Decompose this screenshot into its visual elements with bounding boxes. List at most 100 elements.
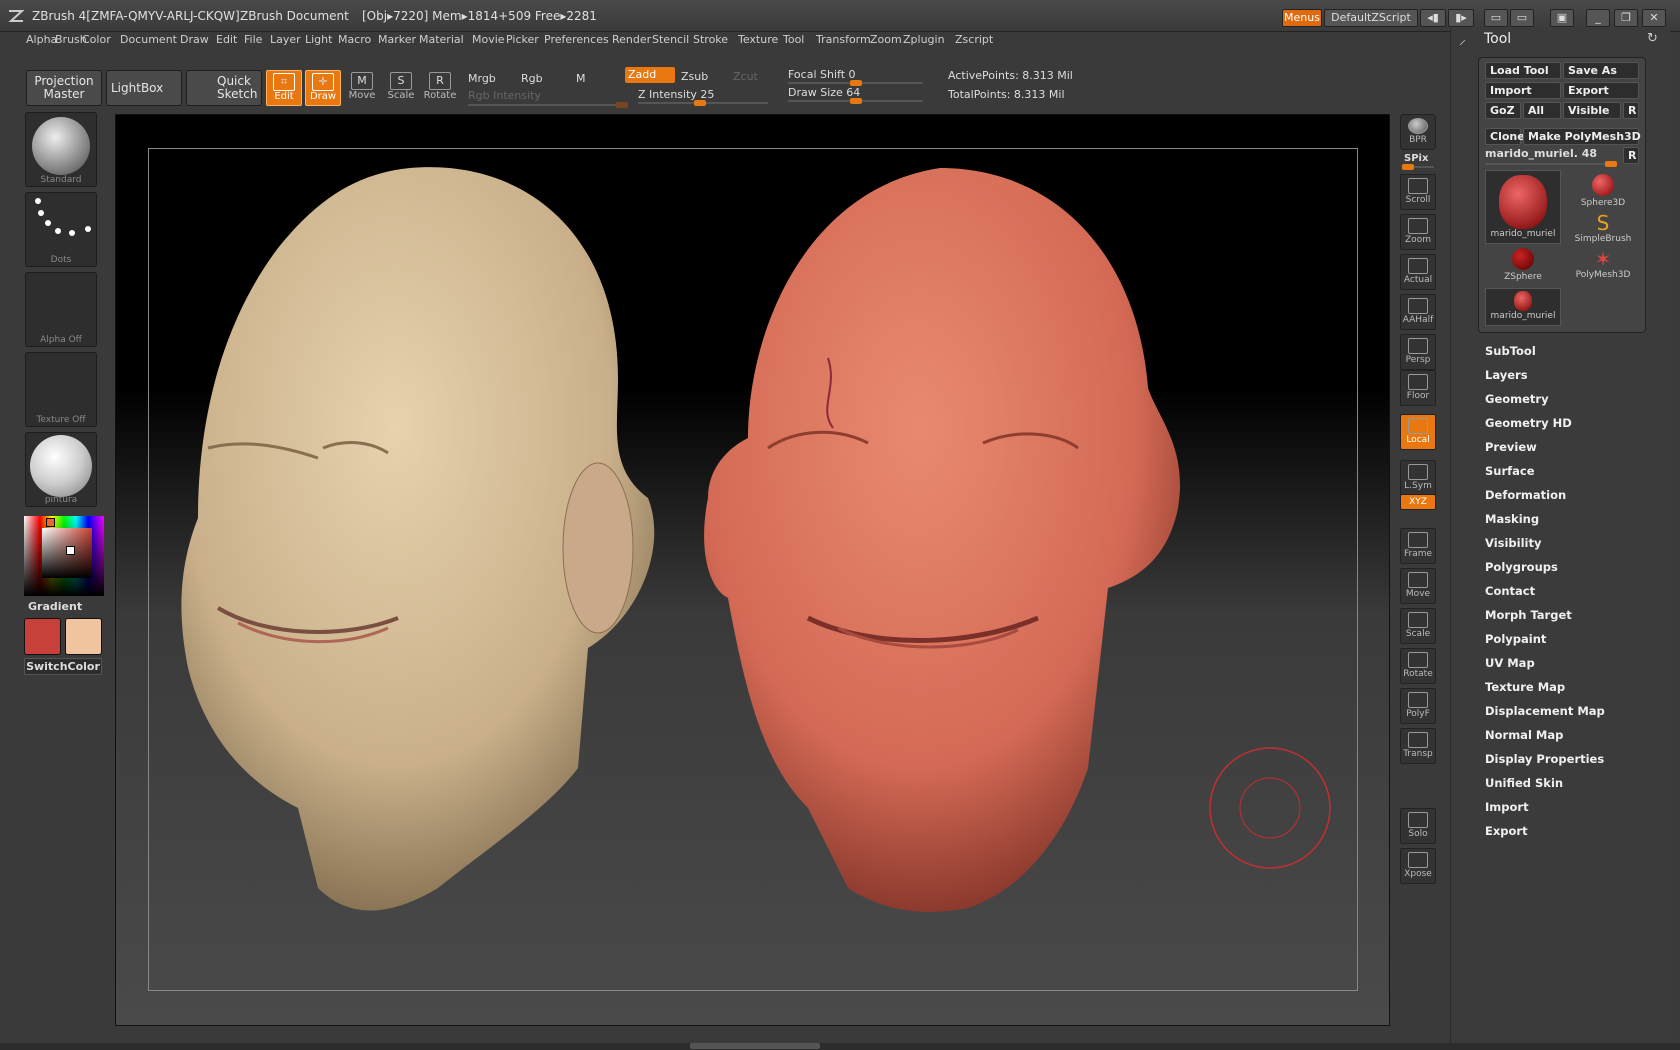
old-man-head-left[interactable]: [181, 167, 655, 911]
quick-sketch-button[interactable]: Quick Sketch: [186, 70, 262, 106]
menu-transform[interactable]: Transform: [816, 33, 871, 46]
zoom-button[interactable]: Zoom: [1400, 214, 1436, 250]
refresh-icon[interactable]: ↻: [1647, 31, 1658, 46]
current-tool-track[interactable]: [1485, 161, 1617, 167]
subpalette-normal-map[interactable]: Normal Map: [1485, 728, 1563, 742]
save-as-button[interactable]: Save As: [1563, 62, 1639, 79]
subpalette-visibility[interactable]: Visibility: [1485, 536, 1541, 550]
minimize-icon[interactable]: _: [1586, 9, 1610, 27]
menu-light[interactable]: Light: [305, 33, 332, 46]
alpha-selector[interactable]: Alpha Off: [25, 272, 97, 347]
projection-master-button[interactable]: Projection Master: [26, 70, 102, 106]
subpalette-texture-map[interactable]: Texture Map: [1485, 680, 1565, 694]
persp-button[interactable]: Persp: [1400, 334, 1436, 370]
subpalette-subtool[interactable]: SubTool: [1485, 344, 1536, 358]
import-button[interactable]: Import: [1485, 82, 1561, 99]
tool-thumb-zsphere[interactable]: ZSphere: [1485, 248, 1561, 282]
menu-stencil[interactable]: Stencil: [652, 33, 689, 46]
menu-marker[interactable]: Marker: [378, 33, 416, 46]
menu-texture[interactable]: Texture: [738, 33, 778, 46]
subpalette-layers[interactable]: Layers: [1485, 368, 1528, 382]
focal-shift-slider[interactable]: Focal Shift 0: [788, 68, 856, 81]
r-button[interactable]: R: [1623, 102, 1639, 119]
rotate-button[interactable]: R Rotate: [422, 70, 458, 106]
rgb-intensity-slider[interactable]: Rgb Intensity: [468, 89, 541, 102]
subpalette-displacement-map[interactable]: Displacement Map: [1485, 704, 1605, 718]
rgb-button[interactable]: Rgb: [521, 72, 543, 85]
all-button[interactable]: All: [1523, 102, 1561, 119]
menu-zoom[interactable]: Zoom: [870, 33, 902, 46]
zcut-button[interactable]: Zcut: [733, 70, 758, 83]
z-intensity-track[interactable]: [638, 100, 768, 106]
tool-thumb-simplebrush[interactable]: S SimpleBrush: [1565, 212, 1641, 244]
lightbox-button[interactable]: LightBox: [106, 70, 182, 106]
rotate-button[interactable]: Rotate: [1400, 648, 1436, 684]
mrgb-button[interactable]: Mrgb: [468, 72, 496, 85]
menu-preferences[interactable]: Preferences: [544, 33, 609, 46]
subpalette-surface[interactable]: Surface: [1485, 464, 1535, 478]
old-man-head-right[interactable]: [704, 168, 1181, 912]
menu-file[interactable]: File: [244, 33, 262, 46]
bottom-tray-handle[interactable]: [690, 1043, 820, 1049]
transp-button[interactable]: Transp: [1400, 728, 1436, 764]
rgb-intensity-track[interactable]: [468, 102, 628, 108]
export-button[interactable]: Export: [1563, 82, 1639, 99]
hue-cursor-icon[interactable]: [46, 518, 55, 527]
draw-button[interactable]: ✛ Draw: [305, 70, 341, 106]
menu-tool[interactable]: Tool: [783, 33, 804, 46]
subpalette-display-properties[interactable]: Display Properties: [1485, 752, 1604, 766]
tool-thumb-marido-muriel-2[interactable]: marido_muriel: [1485, 288, 1561, 326]
menu-material[interactable]: Material: [419, 33, 464, 46]
current-tool-knob[interactable]: [1605, 161, 1617, 167]
menu-edit[interactable]: Edit: [216, 33, 237, 46]
draw-size-track[interactable]: [788, 98, 923, 104]
scroll-left-icon[interactable]: ◂▮: [1420, 9, 1446, 27]
goz-button[interactable]: GoZ: [1485, 102, 1521, 119]
aahalf-button[interactable]: AAHalf: [1400, 294, 1436, 330]
close-icon[interactable]: ✕: [1642, 9, 1666, 27]
texture-selector[interactable]: Texture Off: [25, 352, 97, 427]
menu-stroke[interactable]: Stroke: [693, 33, 728, 46]
focal-shift-track[interactable]: [788, 80, 923, 86]
visible-button[interactable]: Visible: [1563, 102, 1621, 119]
spix-slider[interactable]: SPix: [1404, 153, 1428, 164]
subpalette-geometry[interactable]: Geometry: [1485, 392, 1549, 406]
color-picker[interactable]: [24, 516, 104, 596]
subpalette-unified-skin[interactable]: Unified Skin: [1485, 776, 1563, 790]
subpalette-export[interactable]: Export: [1485, 824, 1528, 838]
lsym-button[interactable]: L.Sym: [1400, 460, 1436, 496]
color-cursor-icon[interactable]: [66, 546, 75, 555]
make-polymesh-button[interactable]: Make PolyMesh3D: [1523, 128, 1641, 145]
switch-color-button[interactable]: SwitchColor: [24, 658, 102, 675]
zsub-button[interactable]: Zsub: [681, 70, 708, 83]
frame-button[interactable]: Frame: [1400, 528, 1436, 564]
actual-button[interactable]: Actual: [1400, 254, 1436, 290]
subpalette-geometry-hd[interactable]: Geometry HD: [1485, 416, 1572, 430]
lock-icon[interactable]: ▣: [1550, 9, 1574, 27]
polyf-button[interactable]: PolyF: [1400, 688, 1436, 724]
subpalette-deformation[interactable]: Deformation: [1485, 488, 1566, 502]
menu-zplugin[interactable]: Zplugin: [903, 33, 945, 46]
move-button[interactable]: M Move: [344, 70, 380, 106]
subpalette-uv-map[interactable]: UV Map: [1485, 656, 1535, 670]
subpalette-contact[interactable]: Contact: [1485, 584, 1535, 598]
bpr-button[interactable]: BPR: [1400, 114, 1436, 150]
move-button[interactable]: Move: [1400, 568, 1436, 604]
layout2-icon[interactable]: ▭: [1510, 9, 1534, 27]
menus-button[interactable]: Menus: [1282, 9, 1322, 27]
menu-movie[interactable]: Movie: [472, 33, 505, 46]
floor-button[interactable]: Floor: [1400, 370, 1436, 406]
subpalette-polygroups[interactable]: Polygroups: [1485, 560, 1558, 574]
current-tool-slider[interactable]: marido_muriel. 48: [1485, 147, 1597, 160]
script-button[interactable]: DefaultZScript: [1324, 9, 1418, 27]
sculpt-models[interactable]: [148, 148, 1358, 991]
zadd-button[interactable]: Zadd: [625, 67, 675, 83]
scale-button[interactable]: S Scale: [383, 70, 419, 106]
menu-layer[interactable]: Layer: [270, 33, 301, 46]
local-button[interactable]: Local: [1400, 414, 1436, 450]
edit-button[interactable]: ⌗ Edit: [266, 70, 302, 106]
brush-selector[interactable]: Standard: [25, 112, 97, 187]
scroll-right-icon[interactable]: ▮▸: [1448, 9, 1474, 27]
menu-render[interactable]: Render: [612, 33, 651, 46]
menu-document[interactable]: Document: [120, 33, 177, 46]
